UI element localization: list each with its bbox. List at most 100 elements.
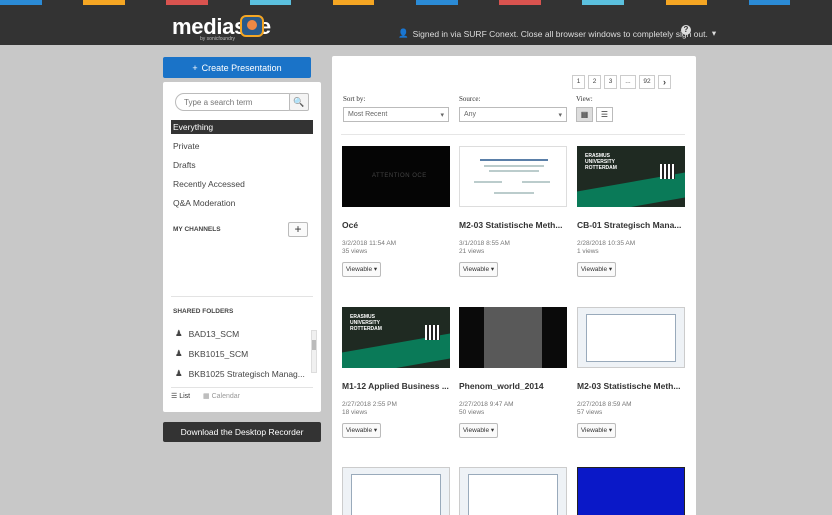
viewable-dropdown[interactable]: Viewable ▾: [459, 423, 498, 438]
viewable-dropdown[interactable]: Viewable ▾: [577, 423, 616, 438]
presentation-title[interactable]: M2-03 Statistische Meth...: [459, 220, 567, 230]
caret-down-icon: ▾: [440, 111, 444, 119]
presentation-card[interactable]: M2-03 Statistische Meth... 2/27/2018 8:5…: [577, 307, 685, 438]
caret-down-icon: ▾: [558, 111, 562, 119]
divider: [171, 387, 313, 388]
page-2[interactable]: 2: [588, 75, 601, 89]
page-1[interactable]: 1: [572, 75, 585, 89]
presentation-thumbnail[interactable]: ERASMUS UNIVERSITY ROTTERDAM: [342, 307, 450, 368]
folder-scrollbar[interactable]: [311, 330, 317, 373]
sidebar: 🔍 Everything Private Drafts Recently Acc…: [163, 82, 321, 412]
slide-line: [480, 159, 548, 161]
slide-line: [494, 192, 534, 194]
presentation-views: 57 views: [577, 409, 603, 416]
source-select[interactable]: Any ▾: [459, 107, 567, 122]
viewable-dropdown[interactable]: Viewable ▾: [342, 423, 381, 438]
presentation-title[interactable]: M2-03 Statistische Meth...: [577, 381, 685, 391]
presentation-date: 2/28/2018 10:35 AM: [577, 240, 636, 247]
logo-mark-icon: [240, 15, 264, 37]
view-list-toggle[interactable]: ☰ List: [171, 392, 190, 400]
presentation-title[interactable]: Océ: [342, 220, 450, 230]
presentation-date: 2/27/2018 8:59 AM: [577, 401, 632, 408]
presentation-thumbnail[interactable]: ERASMUS UNIVERSITY ROTTERDAM: [577, 146, 685, 207]
download-recorder-button[interactable]: Download the Desktop Recorder: [163, 422, 321, 442]
slide-line: [484, 165, 544, 167]
create-presentation-button[interactable]: + Create Presentation: [163, 57, 311, 78]
viewable-label: Viewable: [580, 266, 608, 273]
viewable-dropdown[interactable]: Viewable ▾: [459, 262, 498, 277]
nav-item-drafts[interactable]: Drafts: [171, 158, 313, 172]
sort-label: Sort by:: [343, 95, 366, 103]
thumb-text: ATTENTION OCE: [372, 173, 427, 179]
presentation-thumbnail[interactable]: [459, 146, 567, 207]
list-view-icon[interactable]: ☰: [596, 107, 613, 122]
folder-label: BKB1025 Strategisch Manag...: [188, 368, 305, 379]
nav-item-recently-accessed[interactable]: Recently Accessed: [171, 177, 313, 191]
presentation-thumbnail[interactable]: [459, 307, 567, 368]
page-ellipsis: ...: [620, 75, 636, 89]
add-channel-button[interactable]: +: [288, 222, 308, 237]
page-3[interactable]: 3: [604, 75, 617, 89]
help-icon[interactable]: ?: [681, 25, 691, 35]
presentation-date: 3/2/2018 11:54 AM: [342, 240, 397, 247]
my-channels-heading: MY CHANNELS: [173, 226, 221, 233]
presentation-card[interactable]: M2-03 Statistische Meth... 3/1/2018 8:55…: [459, 146, 567, 277]
presentation-views: 21 views: [459, 248, 485, 255]
thumb-text: ERASMUS UNIVERSITY ROTTERDAM: [350, 314, 382, 332]
presentation-title[interactable]: CB-01 Strategisch Mana...: [577, 220, 685, 230]
presentation-thumbnail[interactable]: ATTENTION OCE: [342, 146, 450, 207]
nav-item-everything[interactable]: Everything: [171, 120, 313, 134]
scrollbar-thumb[interactable]: [312, 340, 316, 350]
thumb-text: ERASMUS UNIVERSITY ROTTERDAM: [585, 153, 617, 171]
presentation-card[interactable]: Phenom_world_2014 2/27/2018 9:47 AM 50 v…: [459, 307, 567, 438]
divider: [171, 296, 313, 297]
slide-line: [474, 181, 502, 183]
next-page-icon[interactable]: ›: [658, 75, 671, 89]
qr-code-icon: [425, 325, 440, 340]
viewable-label: Viewable: [345, 266, 373, 273]
page-92[interactable]: 92: [639, 75, 655, 89]
presentation-thumbnail[interactable]: [577, 307, 685, 368]
main-panel: 1 2 3 ... 92 › Sort by: Most Recent ▾ Sou…: [332, 56, 696, 515]
folder-item[interactable]: ♟ BKB1015_SCM: [175, 348, 311, 359]
pagination: 1 2 3 ... 92 ›: [572, 75, 671, 89]
search-input[interactable]: [175, 93, 297, 111]
screen-window: [351, 474, 441, 515]
slide-line: [522, 181, 550, 183]
signin-status[interactable]: 👤 Signed in via SURF Conext. Close all b…: [398, 28, 716, 39]
signin-text: Signed in via SURF Conext. Close all bro…: [412, 28, 708, 39]
presentation-card[interactable]: ATTENTION OCE Océ 3/2/2018 11:54 AM 35 v…: [342, 146, 450, 277]
presentation-title[interactable]: Phenom_world_2014: [459, 381, 567, 391]
sort-select[interactable]: Most Recent ▾: [343, 107, 449, 122]
presentation-thumbnail[interactable]: [577, 467, 685, 515]
grid-view-icon[interactable]: ▦: [576, 107, 593, 122]
folder-item[interactable]: ♟ BKB1025 Strategisch Manag...: [175, 368, 311, 379]
presentation-card[interactable]: [459, 467, 567, 515]
folder-label: BKB1015_SCM: [188, 348, 249, 359]
folder-item[interactable]: ♟ BAD13_SCM: [175, 328, 311, 339]
presentation-views: 50 views: [459, 409, 485, 416]
presentation-title[interactable]: M1-12 Applied Business ...: [342, 381, 450, 391]
screen-window: [586, 314, 676, 362]
presentation-thumbnail[interactable]: [342, 467, 450, 515]
presentation-card[interactable]: ERASMUS UNIVERSITY ROTTERDAM CB-01 Strat…: [577, 146, 685, 277]
nav-item-private[interactable]: Private: [171, 139, 313, 153]
presentation-date: 3/1/2018 8:55 AM: [459, 240, 510, 247]
presentation-card[interactable]: [577, 467, 685, 515]
presentation-thumbnail[interactable]: [459, 467, 567, 515]
viewable-label: Viewable: [345, 427, 373, 434]
folder-label: BAD13_SCM: [188, 328, 240, 339]
viewable-dropdown[interactable]: Viewable ▾: [577, 262, 616, 277]
view-calendar-toggle[interactable]: ▦ Calendar: [203, 392, 240, 400]
nav-item-qa-moderation[interactable]: Q&A Moderation: [171, 196, 313, 210]
viewable-label: Viewable: [462, 427, 490, 434]
viewable-dropdown[interactable]: Viewable ▾: [342, 262, 381, 277]
list-icon: ☰: [171, 393, 178, 400]
presentation-card[interactable]: ERASMUS UNIVERSITY ROTTERDAM M1-12 Appli…: [342, 307, 450, 438]
view-label: View:: [576, 95, 593, 103]
presentation-date: 2/27/2018 9:47 AM: [459, 401, 514, 408]
source-label: Source:: [459, 95, 481, 103]
source-value: Any: [464, 111, 477, 118]
search-button[interactable]: 🔍: [289, 93, 309, 111]
presentation-card[interactable]: [342, 467, 450, 515]
